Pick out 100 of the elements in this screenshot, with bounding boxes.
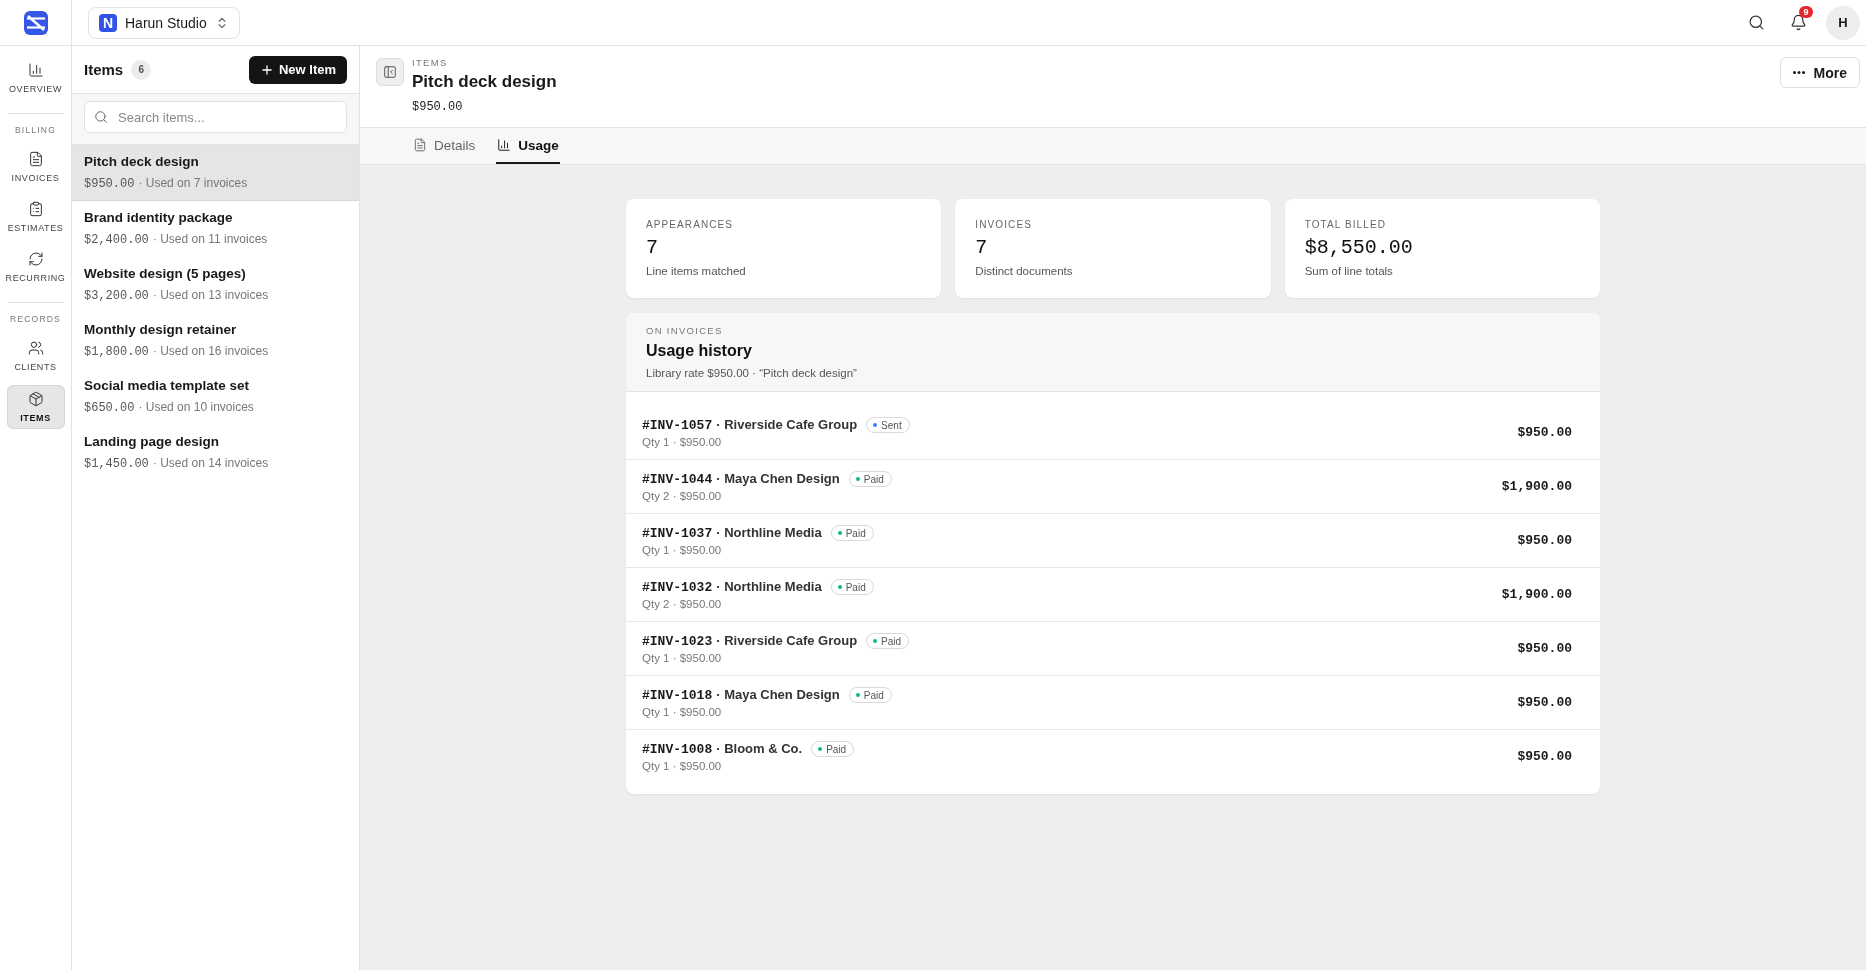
invoice-amount: $950.00 xyxy=(1517,641,1572,656)
search-icon xyxy=(1747,14,1765,31)
stat-label: APPEARANCES xyxy=(646,219,735,230)
item-list-entry[interactable]: Pitch deck design $950.00 · Used on 7 invoices xyxy=(72,145,359,201)
invoice-row[interactable]: #INV-1057 · Riverside Cafe Group Sent Qty 1 · $950.00 $950.00 xyxy=(626,406,1600,460)
status-label: Sent xyxy=(881,419,902,431)
status-label: Paid xyxy=(845,581,866,593)
nav-item[interactable]: ITEMS xyxy=(6,385,65,429)
bell-icon xyxy=(1789,14,1807,31)
workspace-name: Harun Studio xyxy=(125,14,207,31)
tab[interactable]: Details xyxy=(412,128,477,164)
invoice-row[interactable]: #INV-1044 · Maya Chen Design Paid Qty 2 · $950.00 $1,900.00 xyxy=(626,460,1600,514)
invoice-amount: $950.00 xyxy=(1517,533,1572,548)
bar-chart-icon xyxy=(497,138,512,152)
invoice-amount: $1,900.00 xyxy=(1501,479,1572,494)
count-badge: 6 xyxy=(131,59,152,80)
invoice-title: #INV-1057 · Riverside Cafe Group xyxy=(642,417,858,433)
section-subtitle: Library rate $950.00 · “Pitch deck design” xyxy=(646,367,858,379)
item-name: Website design (5 pages) xyxy=(84,266,247,281)
new-item-button[interactable]: New Item xyxy=(248,55,347,84)
status-label: Paid xyxy=(863,689,884,701)
invoice-title: #INV-1037 · Northline Media xyxy=(642,525,822,541)
invoice-row[interactable]: #INV-1023 · Riverside Cafe Group Paid Qty 1 · $950.00 $950.00 xyxy=(626,622,1600,676)
stat-label: TOTAL BILLED xyxy=(1304,219,1388,230)
invoice-row[interactable]: #INV-1018 · Maya Chen Design Paid Qty 1 · $950.00 $950.00 xyxy=(626,676,1600,730)
invoice-detail: Qty 2 · $950.00 xyxy=(642,490,723,502)
section-label: ON INVOICES xyxy=(646,325,724,336)
item-meta: $1,450.00 · Used on 14 invoices xyxy=(84,456,270,471)
workspace-logo: N xyxy=(99,13,117,32)
item-name: Landing page design xyxy=(84,434,220,449)
invoice-title: #INV-1032 · Northline Media xyxy=(642,579,822,595)
nav-item[interactable]: OVERVIEW xyxy=(6,53,65,103)
stat-label: INVOICES xyxy=(975,219,1033,230)
stat-caption: Sum of line totals xyxy=(1304,265,1394,277)
invoice-amount: $950.00 xyxy=(1517,749,1572,764)
stat-caption: Line items matched xyxy=(646,265,747,277)
item-meta: $2,400.00 · Used on 11 invoices xyxy=(84,232,269,247)
notifications-button[interactable]: 9 xyxy=(1784,8,1812,37)
invoice-title: #INV-1018 · Maya Chen Design xyxy=(642,687,840,703)
panel-title: Items xyxy=(84,61,124,78)
item-name: Monthly design retainer xyxy=(84,322,238,337)
status-label: Paid xyxy=(845,527,866,539)
nav-section-label: BILLING xyxy=(15,125,56,135)
invoice-title: #INV-1023 · Riverside Cafe Group xyxy=(642,633,858,649)
app-logo xyxy=(23,10,48,35)
item-list-entry[interactable]: Landing page design $1,450.00 · Used on 14 invoices xyxy=(72,425,359,481)
item-meta: $1,800.00 · Used on 16 invoices xyxy=(84,344,270,359)
clipboard-icon xyxy=(27,201,44,217)
stat-caption: Distinct documents xyxy=(975,265,1074,277)
nav-item[interactable]: CLIENTS xyxy=(6,331,65,381)
invoice-amount: $950.00 xyxy=(1517,425,1572,440)
section-title: Usage history xyxy=(646,342,753,360)
more-button[interactable]: More xyxy=(1779,57,1860,88)
invoice-title: #INV-1008 · Bloom & Co. xyxy=(642,741,803,757)
collapse-panel-button[interactable] xyxy=(376,58,404,86)
nav-item[interactable]: RECURRING xyxy=(6,242,65,292)
bar-chart-icon xyxy=(27,62,44,78)
breadcrumb-label: ITEMS xyxy=(412,57,449,68)
item-name: Social media template set xyxy=(84,378,251,393)
invoice-detail: Qty 1 · $950.00 xyxy=(642,706,723,718)
item-meta: $650.00 · Used on 10 invoices xyxy=(84,400,255,415)
stat-value: $8,550.00 xyxy=(1304,236,1414,259)
panel-collapse-icon xyxy=(383,65,397,79)
refresh-icon xyxy=(27,251,44,267)
item-list-entry[interactable]: Brand identity package $2,400.00 · Used on 11 invoices xyxy=(72,201,359,257)
page-title: Pitch deck design xyxy=(412,72,557,92)
search-field[interactable]: Search items... xyxy=(84,101,347,133)
package-icon xyxy=(27,391,44,407)
search-icon xyxy=(94,110,108,124)
invoice-detail: Qty 1 · $950.00 xyxy=(642,436,723,448)
item-list-entry[interactable]: Monthly design retainer $1,800.00 · Used on 16 invoices xyxy=(72,313,359,369)
invoice-amount: $1,900.00 xyxy=(1501,587,1572,602)
invoice-detail: Qty 1 · $950.00 xyxy=(642,760,723,772)
invoice-row[interactable]: #INV-1037 · Northline Media Paid Qty 1 · $950.00 $950.00 xyxy=(626,514,1600,568)
status-label: Paid xyxy=(863,473,884,485)
item-price: $950.00 xyxy=(412,100,464,114)
invoice-detail: Qty 2 · $950.00 xyxy=(642,598,723,610)
item-meta: $3,200.00 · Used on 13 invoices xyxy=(84,288,270,303)
nav-item[interactable]: ESTIMATES xyxy=(6,192,65,242)
item-name: Brand identity package xyxy=(84,210,234,225)
nav-item[interactable]: INVOICES xyxy=(6,142,65,192)
stat-value: 7 xyxy=(975,236,989,259)
user-avatar[interactable]: H xyxy=(1826,5,1860,40)
document-icon xyxy=(413,138,427,152)
item-list-entry[interactable]: Website design (5 pages) $3,200.00 · Used on 13 invoices xyxy=(72,257,359,313)
ellipsis-icon xyxy=(1792,71,1805,74)
item-name: Pitch deck design xyxy=(84,154,200,169)
users-icon xyxy=(27,340,44,356)
invoice-row[interactable]: #INV-1032 · Northline Media Paid Qty 2 · $950.00 $1,900.00 xyxy=(626,568,1600,622)
stat-value: 7 xyxy=(646,236,659,259)
document-icon xyxy=(27,151,44,167)
invoice-detail: Qty 1 · $950.00 xyxy=(642,544,723,556)
item-list-entry[interactable]: Social media template set $650.00 · Used on 10 invoices xyxy=(72,369,359,425)
item-meta: $950.00 · Used on 7 invoices xyxy=(84,176,249,191)
nav-section-label: RECORDS xyxy=(10,314,61,324)
notification-count: 9 xyxy=(1799,5,1813,18)
invoice-row[interactable]: #INV-1008 · Bloom & Co. Paid Qty 1 · $950.00 $950.00 xyxy=(626,730,1600,784)
invoice-detail: Qty 1 · $950.00 xyxy=(642,652,723,664)
status-label: Paid xyxy=(881,635,902,647)
workspace-switcher[interactable]: N Harun Studio xyxy=(88,6,240,39)
